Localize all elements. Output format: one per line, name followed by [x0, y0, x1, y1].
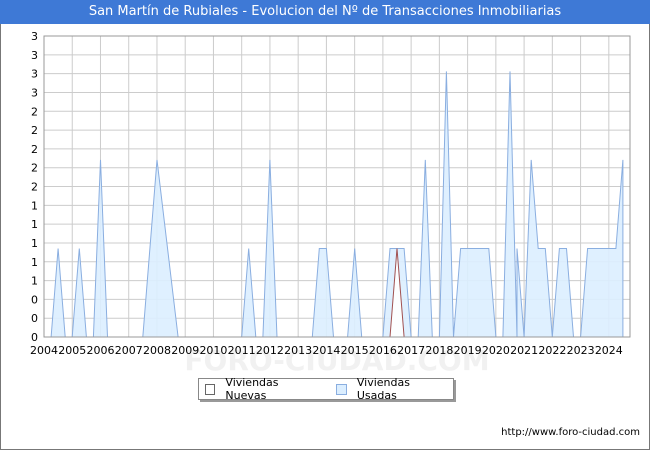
x-tick-label: 2024: [595, 344, 623, 357]
x-tick-label: 2013: [284, 344, 312, 357]
y-tick-label: 2: [31, 162, 38, 175]
x-tick-label: 2021: [510, 344, 538, 357]
y-tick-label: 3: [31, 30, 38, 43]
y-tick-label: 2: [31, 124, 38, 137]
x-tick-label: 2018: [425, 344, 453, 357]
x-tick-label: 2017: [397, 344, 425, 357]
x-tick-label: 2020: [482, 344, 510, 357]
x-tick-label: 2008: [143, 344, 171, 357]
x-tick-label: 2022: [538, 344, 566, 357]
y-tick-label: 3: [31, 49, 38, 62]
x-tick-label: 2023: [567, 344, 595, 357]
legend-swatch-usadas: [336, 383, 347, 395]
y-tick-label: 2: [31, 105, 38, 118]
legend-label-usadas: Viviendas Usadas: [356, 376, 410, 402]
x-tick-label: 2019: [454, 344, 482, 357]
legend-item-nuevas: Viviendas Nuevas: [205, 376, 316, 402]
y-tick-label: 2: [31, 181, 38, 194]
y-tick-label: 0: [31, 312, 38, 325]
y-tick-label: 1: [31, 218, 38, 231]
y-tick-label: 1: [31, 275, 38, 288]
y-tick-label: 2: [31, 143, 38, 156]
y-tick-label: 1: [31, 199, 38, 212]
x-tick-label: 2015: [341, 344, 369, 357]
x-tick-label: 2012: [256, 344, 284, 357]
y-tick-label: 3: [31, 86, 38, 99]
x-tick-label: 2005: [58, 344, 86, 357]
legend-swatch-nuevas: [205, 383, 216, 395]
y-tick-label: 1: [31, 237, 38, 250]
x-tick-label: 2014: [312, 344, 340, 357]
legend-label-nuevas: Viviendas Nuevas: [225, 376, 279, 402]
x-tick-label: 2011: [228, 344, 256, 357]
legend-item-usadas: Viviendas Usadas: [336, 376, 447, 402]
x-tick-label: 2009: [171, 344, 199, 357]
x-tick-label: 2007: [115, 344, 143, 357]
x-tick-label: 2004: [30, 344, 58, 357]
y-tick-label: 0: [31, 331, 38, 344]
x-tick-label: 2006: [86, 344, 114, 357]
legend: Viviendas Nuevas Viviendas Usadas: [198, 376, 454, 402]
x-tick-label: 2010: [199, 344, 227, 357]
y-tick-label: 3: [31, 68, 38, 81]
x-tick-label: 2016: [369, 344, 397, 357]
y-tick-label: 1: [31, 256, 38, 269]
y-tick-label: 0: [31, 293, 38, 306]
footer-url: http://www.foro-ciudad.com: [501, 427, 640, 438]
